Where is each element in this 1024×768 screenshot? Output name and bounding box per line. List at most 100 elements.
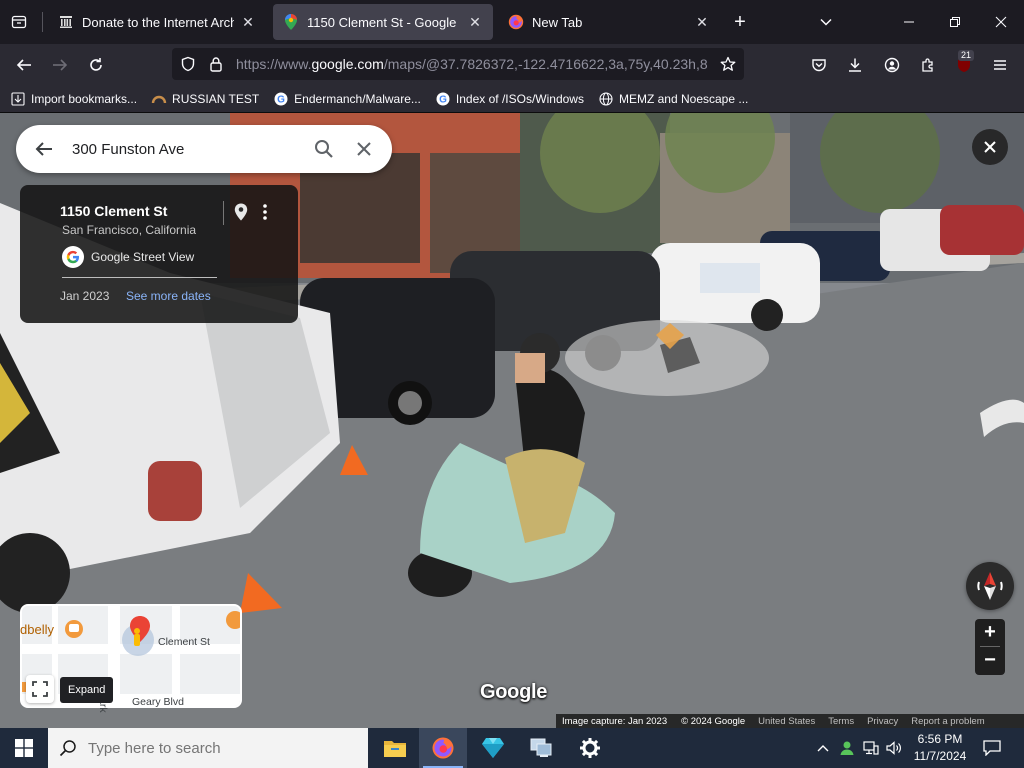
gem-app-button[interactable]	[469, 728, 517, 768]
close-tab-icon[interactable]: ✕	[240, 14, 256, 30]
url-prefix: https://www.	[236, 56, 312, 72]
notification-icon	[983, 740, 1001, 756]
navigation-toolbar: https://www.google.com/maps/@37.7826372,…	[0, 44, 1024, 85]
downloads-button[interactable]	[840, 50, 870, 80]
close-window-button[interactable]	[978, 0, 1024, 44]
minus-icon: −	[984, 649, 996, 671]
windows-taskbar: 6:56 PM 11/7/2024	[0, 728, 1024, 768]
puzzle-icon	[922, 58, 933, 72]
copyright-label: © 2024 Google	[681, 715, 746, 727]
show-hidden-icons-button[interactable]	[814, 728, 832, 768]
expand-minimap-button[interactable]	[26, 675, 54, 703]
new-tab-button[interactable]: +	[726, 8, 754, 36]
firefox-view-button[interactable]	[4, 8, 34, 36]
tab-google-maps[interactable]: 1150 Clement St - Google Maps ✕	[273, 4, 493, 40]
pocket-icon	[812, 59, 826, 72]
bookmark-import[interactable]: Import bookmarks...	[10, 91, 137, 107]
tab-label: 1150 Clement St - Google Maps	[307, 14, 461, 30]
report-problem-link[interactable]: Report a problem	[911, 716, 984, 727]
arrow-right-icon	[53, 59, 68, 71]
close-icon	[357, 142, 371, 156]
minimize-button[interactable]	[886, 0, 932, 44]
search-input[interactable]	[72, 140, 304, 158]
settings-taskbar-button[interactable]	[566, 728, 614, 768]
clock-date: 11/7/2024	[913, 749, 967, 763]
close-icon	[984, 141, 996, 153]
clear-search-button[interactable]	[344, 129, 384, 169]
compass-button[interactable]	[966, 562, 1014, 610]
diamond-icon	[482, 738, 504, 758]
close-tab-icon[interactable]: ✕	[467, 14, 483, 30]
tab-label: New Tab	[532, 14, 583, 30]
google-watermark: Google	[480, 681, 548, 703]
street-view-panorama[interactable]: 1150 Clement St San Francisco, Californi…	[0, 113, 1024, 728]
restore-icon	[950, 17, 960, 27]
reload-button[interactable]	[81, 50, 111, 80]
tab-internet-archive[interactable]: Donate to the Internet Archive! ✕	[48, 4, 266, 40]
lock-icon[interactable]	[202, 50, 230, 78]
file-explorer-button[interactable]	[371, 728, 419, 768]
show-on-map-button[interactable]	[230, 201, 252, 223]
privacy-link[interactable]: Privacy	[867, 716, 898, 727]
gear-icon	[580, 738, 600, 758]
more-vertical-icon	[263, 204, 267, 220]
bookmark-russian-test[interactable]: RUSSIAN TEST	[151, 91, 259, 107]
tab-strip: Donate to the Internet Archive! ✕ 1150 C…	[0, 0, 1024, 44]
user-tray-icon[interactable]	[836, 728, 858, 768]
internet-archive-icon	[58, 14, 74, 30]
more-options-button[interactable]	[256, 201, 274, 223]
list-all-tabs-button[interactable]	[812, 8, 840, 36]
bookmark-label: Endermanch/Malware...	[294, 91, 421, 106]
zoom-controls: + −	[975, 619, 1005, 675]
google-icon	[62, 246, 84, 268]
search-button[interactable]	[304, 129, 344, 169]
network-tray-icon[interactable]	[860, 728, 882, 768]
back-button[interactable]	[9, 50, 39, 80]
image-capture-label: Image capture: Jan 2023	[562, 715, 668, 727]
bookmark-memz[interactable]: MEMZ and Noescape ...	[598, 91, 748, 107]
account-button[interactable]	[877, 50, 907, 80]
bookmark-isos-windows[interactable]: G Index of /ISOs/Windows	[435, 91, 584, 107]
network-app-button[interactable]	[517, 728, 565, 768]
app-menu-button[interactable]	[985, 50, 1015, 80]
location-info-card: 1150 Clement St San Francisco, Californi…	[20, 185, 298, 323]
pocket-button[interactable]	[804, 50, 834, 80]
plus-icon: +	[984, 621, 996, 643]
region-link[interactable]: United States	[758, 716, 815, 727]
google-icon: G	[273, 91, 289, 107]
speaker-icon	[886, 741, 901, 755]
taskbar-clock[interactable]: 6:56 PM 11/7/2024	[904, 731, 976, 765]
tab-new-tab[interactable]: New Tab ✕	[498, 4, 720, 40]
firefox-view-icon	[11, 15, 27, 29]
bookmark-endermanch[interactable]: G Endermanch/Malware...	[273, 91, 421, 107]
tracking-protection-icon[interactable]	[174, 50, 202, 78]
firefox-icon	[508, 14, 524, 30]
firefox-icon	[432, 737, 454, 759]
chevron-down-icon	[820, 18, 832, 26]
restore-button[interactable]	[932, 0, 978, 44]
expand-tooltip: Expand	[60, 677, 114, 703]
notifications-button[interactable]	[976, 728, 1008, 768]
computer-icon	[530, 738, 552, 757]
start-button[interactable]	[0, 728, 48, 768]
zoom-out-button[interactable]: −	[975, 647, 1005, 674]
volume-tray-icon[interactable]	[884, 728, 904, 768]
extensions-button[interactable]	[913, 50, 943, 80]
terms-link[interactable]: Terms	[828, 716, 854, 727]
bookmark-label: Import bookmarks...	[31, 91, 138, 106]
close-street-view-button[interactable]	[972, 129, 1008, 165]
minimap-canvas	[22, 606, 240, 706]
taskbar-search-input[interactable]	[88, 739, 368, 757]
address-bar[interactable]: https://www.google.com/maps/@37.7826372,…	[172, 48, 744, 80]
minimap-street-label: Geary Blvd	[132, 696, 184, 708]
close-tab-icon[interactable]: ✕	[694, 14, 710, 30]
forward-button[interactable]	[45, 50, 75, 80]
firefox-taskbar-button[interactable]	[419, 728, 467, 768]
zoom-in-button[interactable]: +	[975, 619, 1005, 646]
compass-icon	[977, 572, 1003, 600]
see-more-dates-link[interactable]: See more dates	[126, 289, 211, 303]
back-arrow-button[interactable]	[24, 129, 64, 169]
map-pin-icon	[234, 203, 248, 221]
bookmark-star-icon[interactable]	[714, 50, 742, 78]
bookmark-label: RUSSIAN TEST	[172, 91, 260, 106]
